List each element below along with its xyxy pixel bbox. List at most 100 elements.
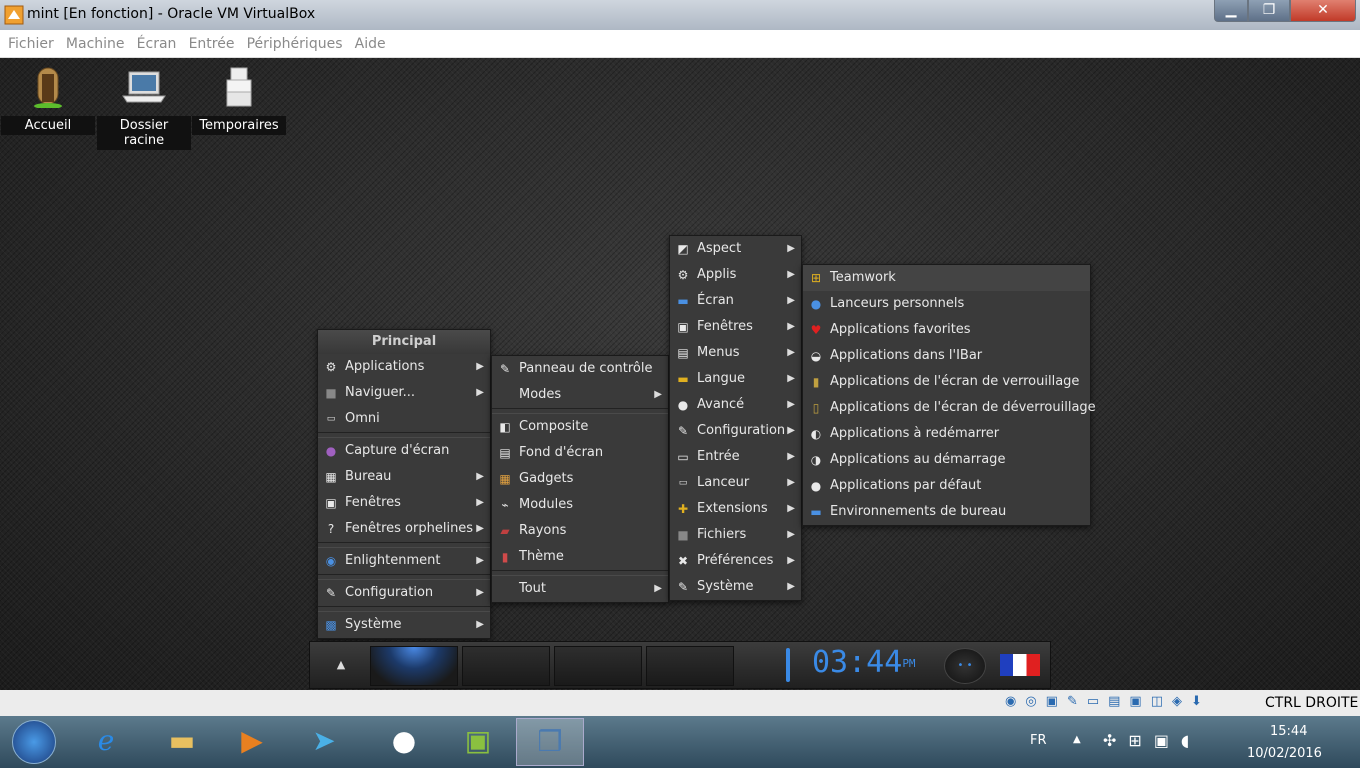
menu-item-fenetres-orphelines[interactable]: ? Fenêtres orphelines ▶ bbox=[318, 516, 490, 542]
menu-item-label: Applications de l'écran de verrouillage bbox=[830, 374, 1080, 389]
menu-item-tout[interactable]: Tout ▶ bbox=[492, 576, 668, 602]
shelf-menu-button[interactable]: ▲ bbox=[324, 654, 358, 676]
menu-entree[interactable]: Entrée bbox=[181, 30, 235, 52]
menu-item-label: Langue bbox=[697, 371, 745, 386]
menu-item-environnements[interactable]: ▬ Environnements de bureau bbox=[803, 499, 1090, 525]
menu-aide[interactable]: Aide bbox=[347, 30, 386, 52]
ie-taskbar-icon[interactable]: ℯ bbox=[72, 718, 140, 766]
desktop-icon-dossier-racine[interactable]: Dossier racine bbox=[97, 58, 191, 150]
screen: mint [En fonction] - Oracle VM VirtualBo… bbox=[0, 0, 1360, 768]
drop-icon: ● bbox=[810, 479, 822, 493]
tray-expand-icon[interactable]: ▲ bbox=[1073, 734, 1081, 745]
lock-icon: ▮ bbox=[812, 375, 820, 389]
menu-ecran[interactable]: Écran bbox=[129, 30, 177, 52]
window-title: mint [En fonction] - Oracle VM VirtualBo… bbox=[27, 6, 316, 22]
hp-taskbar-icon[interactable]: ● bbox=[370, 718, 438, 766]
virtualbox-taskbar-icon[interactable]: ❒ bbox=[516, 718, 584, 766]
maximize-button[interactable]: ❐ bbox=[1248, 0, 1290, 22]
menu-fichier[interactable]: Fichier bbox=[0, 30, 54, 52]
menu-item-composite[interactable]: ◧ Composite bbox=[492, 414, 668, 440]
menu-item-gadgets[interactable]: ▦ Gadgets bbox=[492, 466, 668, 492]
menu-item-preferences[interactable]: ✖ Préférences ▶ bbox=[670, 548, 801, 574]
explorer-taskbar-icon[interactable]: ▬ bbox=[148, 718, 216, 766]
menu-item-configuration2[interactable]: ✎ Configuration ▶ bbox=[670, 418, 801, 444]
menu-item-applications[interactable]: ⚙ Applications ▶ bbox=[318, 354, 490, 380]
submenu-arrow-icon: ▶ bbox=[787, 451, 795, 462]
menu-item-applis[interactable]: ⚙ Applis ▶ bbox=[670, 262, 801, 288]
close-button[interactable]: ✕ bbox=[1290, 0, 1356, 22]
menu-item-fond[interactable]: ▤ Fond d'écran bbox=[492, 440, 668, 466]
menu-item-naviguer[interactable]: ■ Naviguer... ▶ bbox=[318, 380, 490, 406]
menu-item-favorites[interactable]: ♥ Applications favorites bbox=[803, 317, 1090, 343]
menu-item-defaut[interactable]: ● Applications par défaut bbox=[803, 473, 1090, 499]
pager-desk-2[interactable] bbox=[462, 646, 550, 686]
lang-indicator[interactable]: FR bbox=[1030, 733, 1047, 748]
mixer-dial-icon[interactable]: • • bbox=[944, 648, 986, 684]
menu-item-ecran[interactable]: ▬ Écran ▶ bbox=[670, 288, 801, 314]
minimize-button[interactable]: ▁ bbox=[1214, 0, 1248, 22]
menu-machine[interactable]: Machine bbox=[58, 30, 125, 52]
unlock-icon: ▯ bbox=[812, 401, 820, 415]
window-icon: ▣ bbox=[325, 496, 337, 510]
menu-item-enlightenment[interactable]: ◉ Enlightenment ▶ bbox=[318, 548, 490, 574]
desktop-icon-temporaires[interactable]: Temporaires bbox=[192, 58, 286, 135]
menu-item-capture[interactable]: ● Capture d'écran bbox=[318, 438, 490, 464]
menu-item-bureau[interactable]: ▦ Bureau ▶ bbox=[318, 464, 490, 490]
menu-item-label: Fenêtres bbox=[697, 319, 753, 334]
menu-item-extensions[interactable]: ✚ Extensions ▶ bbox=[670, 496, 801, 522]
desktop-icon-label: Temporaires bbox=[192, 116, 286, 135]
menu-item-label: Extensions bbox=[697, 501, 768, 516]
menu-item-rayons[interactable]: ▰ Rayons bbox=[492, 518, 668, 544]
menu-item-panneau[interactable]: ✎ Panneau de contrôle bbox=[492, 356, 668, 382]
desktop-icon-accueil[interactable]: Accueil bbox=[1, 58, 95, 135]
menu-item-fenetres[interactable]: ▣ Fenêtres ▶ bbox=[318, 490, 490, 516]
menu-item-avance[interactable]: ● Avancé ▶ bbox=[670, 392, 801, 418]
ibar-icon: ◒ bbox=[810, 349, 822, 363]
device-status-icons[interactable]: ◉◎▣✎▭▤▣◫◈⬇ bbox=[1005, 694, 1211, 709]
pager-desk-3[interactable] bbox=[554, 646, 642, 686]
menu-item-omni[interactable]: ▭ Omni bbox=[318, 406, 490, 432]
menu-item-lanceurs-perso[interactable]: ● Lanceurs personnels bbox=[803, 291, 1090, 317]
menu-item-fichiers[interactable]: ■ Fichiers ▶ bbox=[670, 522, 801, 548]
menu-item-configuration[interactable]: ✎ Configuration ▶ bbox=[318, 580, 490, 606]
menu-item-menus[interactable]: ▤ Menus ▶ bbox=[670, 340, 801, 366]
menu-item-modes[interactable]: Modes ▶ bbox=[492, 382, 668, 408]
menu-item-systeme[interactable]: ▩ Système ▶ bbox=[318, 612, 490, 638]
menu-item-theme[interactable]: ▮ Thème bbox=[492, 544, 668, 570]
menu-item-lanceur[interactable]: ▭ Lanceur ▶ bbox=[670, 470, 801, 496]
menu-item-deverrouillage[interactable]: ▯ Applications de l'écran de déverrouilla… bbox=[803, 395, 1096, 421]
menu-item-verrouillage[interactable]: ▮ Applications de l'écran de verrouillage bbox=[803, 369, 1090, 395]
menu-item-systeme2[interactable]: ✎ Système ▶ bbox=[670, 574, 801, 600]
menu-item-aspect[interactable]: ◩ Aspect ▶ bbox=[670, 236, 801, 262]
start-button[interactable] bbox=[12, 720, 56, 764]
france-flag-icon[interactable] bbox=[1000, 654, 1040, 676]
settings-menu: ◩ Aspect ▶ ⚙ Applis ▶ ▬ Écran ▶ ▣ Fenêtres ▶ ▤ Me… bbox=[669, 235, 802, 601]
paint-icon: ▮ bbox=[501, 550, 509, 564]
startup-icon: ◑ bbox=[810, 453, 822, 467]
host-key-label: CTRL DROITE bbox=[1265, 695, 1359, 711]
menu-item-teamwork[interactable]: ⊞ Teamwork bbox=[803, 265, 1090, 291]
media-taskbar-icon[interactable]: ▶ bbox=[218, 718, 286, 766]
screen-taskbar-icon[interactable]: ▣ bbox=[444, 718, 512, 766]
menu-item-modules[interactable]: ⌁ Modules bbox=[492, 492, 668, 518]
pager-desk-1[interactable] bbox=[370, 646, 458, 686]
menu-item-label: Modules bbox=[519, 497, 574, 512]
menu-item-ibar[interactable]: ◒ Applications dans l'IBar bbox=[803, 343, 1090, 369]
submenu-arrow-icon: ▶ bbox=[654, 583, 662, 594]
menu-item-langue[interactable]: ▬ Langue ▶ bbox=[670, 366, 801, 392]
plane-taskbar-icon[interactable]: ➤ bbox=[290, 718, 358, 766]
menu-item-demarrage[interactable]: ◑ Applications au démarrage bbox=[803, 447, 1090, 473]
keyboard-icon: ▭ bbox=[677, 450, 689, 464]
menu-peripheriques[interactable]: Périphériques bbox=[239, 30, 343, 52]
enlightenment-shelf: ▲ • • bbox=[309, 641, 1051, 689]
system-icon: ▩ bbox=[325, 618, 337, 632]
tray-time[interactable]: 15:44 bbox=[1270, 724, 1307, 739]
tray-icons[interactable]: ✣⊞▣◖ bbox=[1103, 731, 1201, 750]
wrench-icon: ✎ bbox=[677, 424, 689, 438]
menu-item-fenetres2[interactable]: ▣ Fenêtres ▶ bbox=[670, 314, 801, 340]
menu-item-entree[interactable]: ▭ Entrée ▶ bbox=[670, 444, 801, 470]
monitor-icon: ▬ bbox=[810, 505, 822, 519]
pager-desk-4[interactable] bbox=[646, 646, 734, 686]
menu-item-redemarrer[interactable]: ◐ Applications à redémarrer bbox=[803, 421, 1090, 447]
tray-date[interactable]: 10/02/2016 bbox=[1247, 746, 1322, 761]
